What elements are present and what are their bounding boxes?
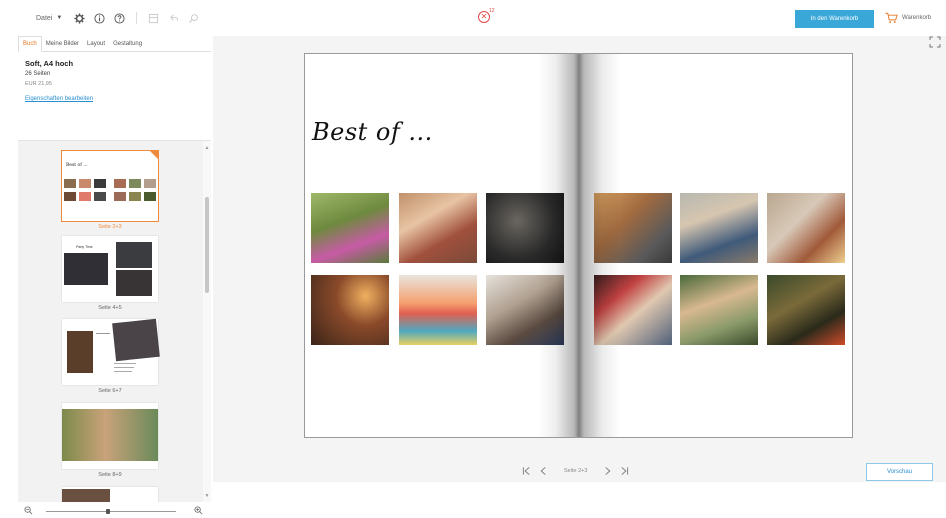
fullscreen-icon[interactable] [929,36,941,48]
mini-text-line [114,367,134,368]
notification-count: 12 [489,8,495,14]
mini-photo [112,318,160,362]
page-indicator: Seite 2+3 [564,468,588,474]
scrollbar-thumb[interactable] [205,197,209,293]
scroll-down-icon[interactable]: ▼ [204,493,210,499]
photo-slot[interactable] [680,193,758,263]
book-price: EUR 21,95 [25,81,52,87]
editor-canvas: Best of ... Seite 2+3 Vorschau [213,36,946,482]
book-spine-shadow [538,54,620,437]
mini-photo [116,270,152,296]
tab-meine-bilder[interactable]: Meine Bilder [42,35,83,51]
layers-icon[interactable] [148,13,159,24]
thumbnail-label: Seite 2+3 [98,224,122,230]
mini-photo [114,179,126,188]
mini-photo [129,192,141,201]
mini-photo [144,192,156,201]
thumbnail-preview [62,318,160,385]
thumbnail-label: Seite 6+7 [98,388,122,394]
mini-photo [62,409,158,461]
zoom-slider-track[interactable] [46,511,176,512]
thumbnail-preview [62,487,158,503]
help-icon[interactable] [114,12,125,24]
thumbnail-zoom-bar [18,502,211,518]
cart-link[interactable]: Warenkorb [885,12,931,24]
thumbnail-preview [62,403,158,469]
mini-text-line [114,363,136,364]
file-menu-label: Datei [36,14,53,22]
top-toolbar: Datei ▼ ✕ 12 In den Warenkorb Warenkorb [0,0,946,36]
tab-layout[interactable]: Layout [83,35,109,51]
mini-photo [64,253,108,285]
next-page-icon[interactable] [603,466,612,476]
mini-text-line [96,333,110,334]
edit-properties-link[interactable]: Eigenschaften bearbeiten [25,96,93,102]
zoom-in-icon[interactable] [194,506,203,515]
photo-slot[interactable] [399,193,477,263]
mini-photo [64,179,76,188]
mini-text-line [114,371,132,372]
mini-photo [94,179,106,188]
mini-photo [67,331,93,373]
thumbnail-page-6-7[interactable]: Seite 6+7 [62,318,160,394]
thumbnail-scroll-area: Best of ... Seite 2+3 Party Time Seite 4… [18,141,202,503]
photo-slot[interactable] [399,275,477,345]
thumbnail-preview: Best of ... [61,150,159,222]
thumbnail-label: Seite 8+9 [98,472,122,478]
thumbnail-page-10-11[interactable] [62,487,158,503]
thumbnail-label: Seite 4+5 [98,305,122,311]
photo-book-spread[interactable]: Best of ... [304,53,853,438]
settings-icon[interactable] [74,12,85,24]
search-icon[interactable] [188,13,199,24]
last-page-icon[interactable] [620,466,629,476]
mini-photo [94,192,106,201]
page-navigation: Seite 2+3 [522,466,629,476]
selected-marker-icon [150,151,158,159]
info-icon[interactable] [94,12,105,24]
scroll-up-icon[interactable]: ▲ [204,145,210,151]
sidebar-tabs: Buch Meine Bilder Layout Gestaltung [18,36,211,52]
zoom-slider-handle[interactable] [106,509,110,514]
toolbar-divider [136,12,138,24]
thumbnail-page-2-3[interactable]: Best of ... Seite 2+3 [61,150,159,230]
file-menu[interactable]: Datei ▼ [36,15,62,22]
mini-photo [79,179,91,188]
photo-slot[interactable] [767,275,845,345]
mini-photo [79,192,91,201]
mini-photo [129,179,141,188]
page-title[interactable]: Best of ... [312,118,433,146]
tab-buch[interactable]: Buch [18,36,42,52]
photo-slot[interactable] [680,275,758,345]
cart-label: Warenkorb [902,15,932,21]
first-page-icon[interactable] [522,466,531,476]
book-info: Soft, A4 hoch 26 Seiten EUR 21,95 Eigens… [25,59,205,105]
chevron-down-icon: ▼ [56,15,63,21]
photo-slot[interactable] [767,193,845,263]
thumbnail-mini-title: Party Time [76,245,93,249]
mini-photo [62,489,110,503]
mini-photo [64,192,76,201]
page-thumbnail-list: Best of ... Seite 2+3 Party Time Seite 4… [18,140,211,503]
mini-photo [114,192,126,201]
previous-page-icon[interactable] [539,466,548,476]
add-to-cart-button[interactable]: In den Warenkorb [795,10,874,28]
mini-photo [144,179,156,188]
preview-button[interactable]: Vorschau [866,463,933,481]
tab-gestaltung[interactable]: Gestaltung [109,35,146,51]
thumbnail-preview: Party Time [62,236,158,302]
undo-icon[interactable] [168,13,179,24]
thumbnail-scrollbar[interactable]: ▲ ▼ [203,141,211,503]
mini-photo [116,242,152,268]
photo-slot[interactable] [311,275,389,345]
book-page-count: 26 Seiten [25,71,51,77]
book-title: Soft, A4 hoch [25,59,74,68]
photo-slot[interactable] [311,193,389,263]
cart-icon [885,12,898,23]
toolbar-left-group: Datei ▼ [36,12,199,24]
sidebar: Buch Meine Bilder Layout Gestaltung Soft… [18,36,211,518]
thumbnail-page-4-5[interactable]: Party Time Seite 4+5 [62,236,158,311]
thumbnail-mini-title: Best of ... [66,163,88,168]
thumbnail-page-8-9[interactable]: Seite 8+9 [62,403,158,478]
zoom-out-icon[interactable] [24,506,33,515]
